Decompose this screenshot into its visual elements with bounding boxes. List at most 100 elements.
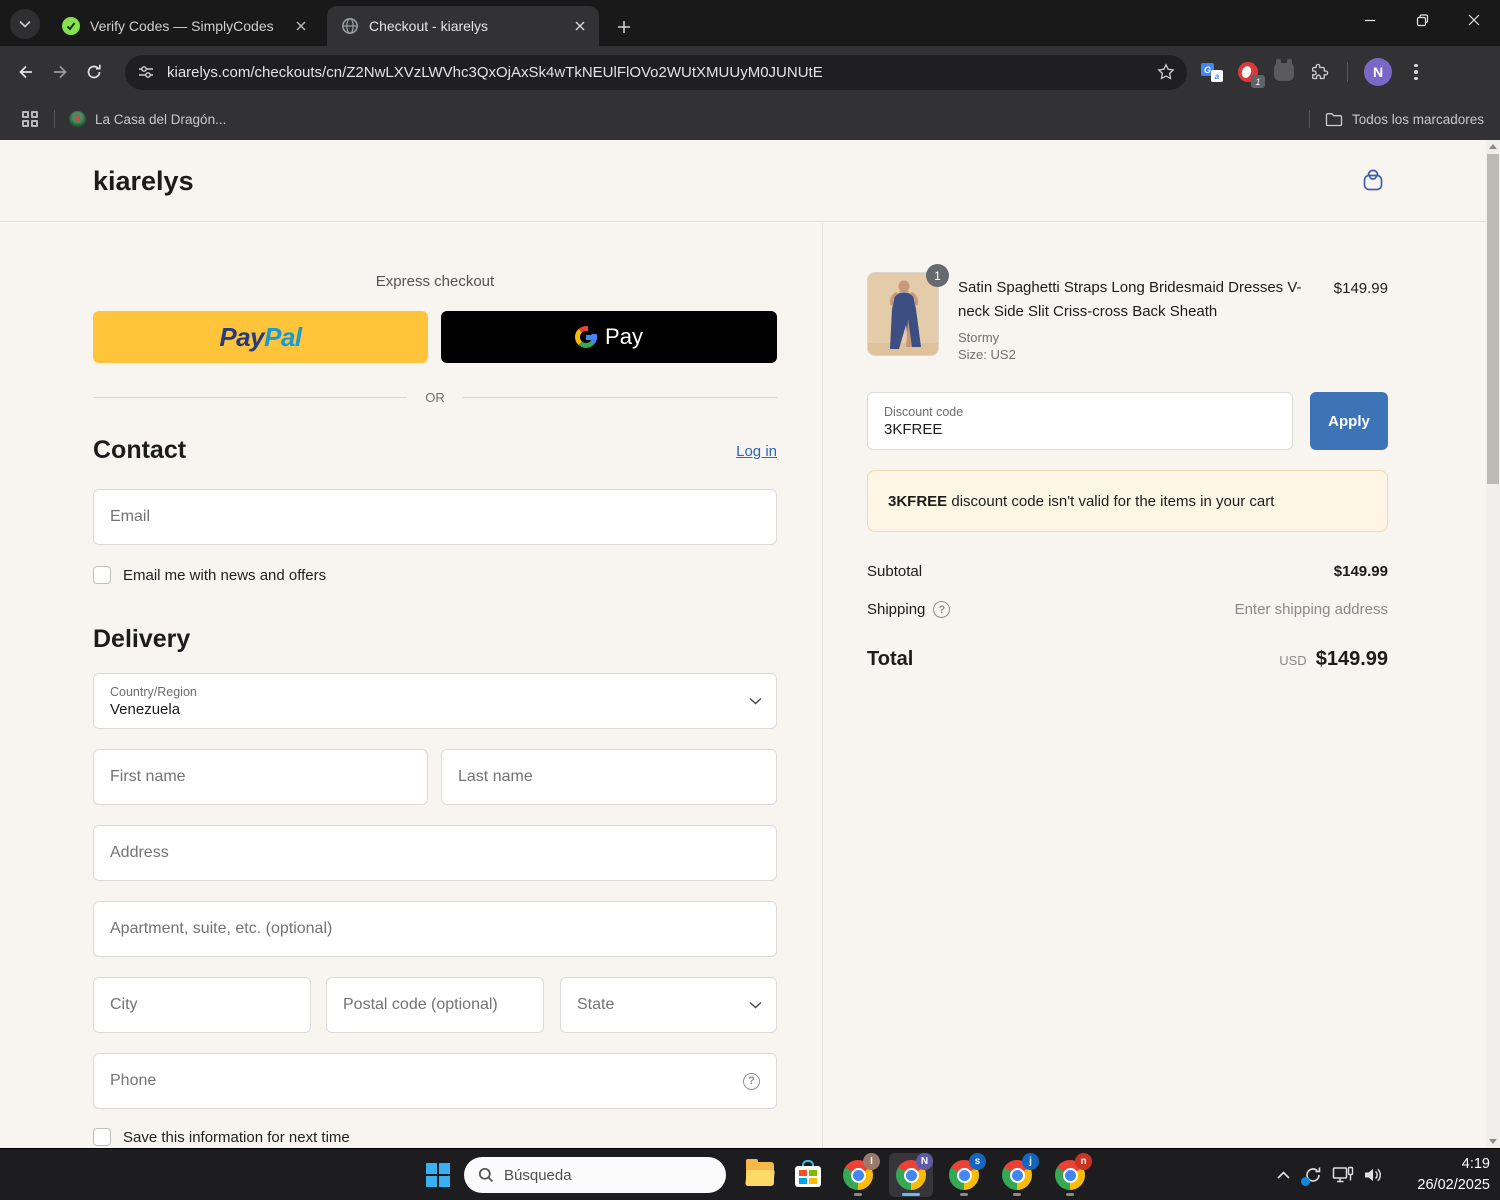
start-button[interactable] xyxy=(426,1163,450,1187)
tab-close-icon[interactable] xyxy=(571,17,589,35)
newsletter-checkbox[interactable] xyxy=(93,566,111,584)
save-info-checkbox[interactable] xyxy=(93,1128,111,1146)
warning-code: 3KFREE xyxy=(888,492,948,510)
profile-avatar[interactable]: N xyxy=(1364,58,1392,86)
store-logo[interactable]: kiarelys xyxy=(93,166,194,197)
postal-code-field[interactable] xyxy=(326,977,544,1033)
red-extension-button[interactable]: 1 xyxy=(1237,61,1265,88)
apply-button[interactable]: Apply xyxy=(1310,392,1388,450)
restore-button[interactable] xyxy=(1396,0,1448,40)
scrollbar-thumb[interactable] xyxy=(1487,154,1499,484)
tab-search-button[interactable] xyxy=(10,9,40,39)
search-icon xyxy=(478,1167,494,1183)
network-button[interactable] xyxy=(1328,1160,1358,1190)
site-settings-icon[interactable] xyxy=(133,59,159,85)
phone-field[interactable]: ? xyxy=(93,1053,777,1109)
city-input[interactable] xyxy=(110,996,294,1014)
discount-value[interactable]: 3KFREE xyxy=(884,420,942,439)
url-bar[interactable]: kiarelys.com/checkouts/cn/Z2NwLXVzLWVhc3… xyxy=(125,54,1187,90)
apps-grid-icon[interactable] xyxy=(22,111,38,127)
bookmark-favicon xyxy=(69,110,86,128)
scroll-down-button[interactable] xyxy=(1486,1135,1500,1148)
chevron-up-icon xyxy=(1276,1171,1290,1179)
translate-extension-button[interactable]: G a xyxy=(1201,61,1223,83)
running-indicator xyxy=(854,1193,862,1196)
url-text[interactable]: kiarelys.com/checkouts/cn/Z2NwLXVzLWVhc3… xyxy=(167,64,1157,81)
sync-status-button[interactable] xyxy=(1298,1160,1328,1190)
save-info-row: Save this information for next time xyxy=(93,1128,350,1146)
close-button[interactable] xyxy=(1448,0,1500,40)
page-scrollbar[interactable] xyxy=(1486,140,1500,1148)
apartment-field[interactable] xyxy=(93,901,777,957)
state-select[interactable]: State xyxy=(560,977,777,1033)
globe-favicon-icon xyxy=(341,17,359,35)
delivery-title: Delivery xyxy=(93,625,191,653)
bookmark-item[interactable]: La Casa del Dragón... xyxy=(95,112,226,127)
disabled-extension-button[interactable] xyxy=(1273,59,1295,83)
microsoft-store-button[interactable] xyxy=(794,1160,822,1188)
new-tab-button[interactable] xyxy=(610,13,638,41)
forward-button[interactable] xyxy=(43,55,77,89)
bookmark-star-button[interactable] xyxy=(1157,63,1175,81)
system-tray: 4:19 26/02/2025 xyxy=(1268,1149,1500,1200)
extensions-menu-button[interactable] xyxy=(1309,61,1331,83)
browser-menu-button[interactable] xyxy=(1406,60,1426,85)
tray-overflow-button[interactable] xyxy=(1268,1160,1298,1190)
tab-checkout[interactable]: Checkout - kiarelys xyxy=(327,6,599,46)
page-header: kiarelys xyxy=(0,140,1486,222)
volume-button[interactable] xyxy=(1358,1160,1388,1190)
minimize-button[interactable] xyxy=(1344,0,1396,40)
last-name-input[interactable] xyxy=(458,768,760,786)
running-indicator xyxy=(960,1193,968,1196)
city-field[interactable] xyxy=(93,977,311,1033)
newsletter-label: Email me with news and offers xyxy=(123,566,327,584)
chrome-profile-5-button[interactable]: n xyxy=(1048,1153,1092,1197)
country-select[interactable]: Country/Region Venezuela xyxy=(93,673,777,729)
profile-badge: s xyxy=(969,1153,986,1170)
chrome-profile-4-button[interactable]: j xyxy=(995,1153,1039,1197)
email-field[interactable] xyxy=(93,489,777,545)
warning-text: discount code isn't valid for the items … xyxy=(947,492,1275,510)
tab-close-icon[interactable] xyxy=(292,17,310,35)
address-field[interactable] xyxy=(93,825,777,881)
email-input[interactable] xyxy=(110,508,760,526)
bookmarks-separator xyxy=(54,110,55,128)
all-bookmarks-button[interactable]: Todos los marcadores xyxy=(1352,112,1484,127)
taskbar-clock[interactable]: 4:19 26/02/2025 xyxy=(1394,1154,1490,1196)
paypal-button[interactable]: PayPal xyxy=(93,311,428,363)
apartment-input[interactable] xyxy=(110,920,760,938)
chevron-down-icon xyxy=(749,1001,762,1009)
subtotal-value: $149.99 xyxy=(1333,563,1388,580)
login-link[interactable]: Log in xyxy=(93,443,777,460)
chrome-profile-3-button[interactable]: s xyxy=(942,1153,986,1197)
taskbar-search[interactable]: Búsqueda xyxy=(464,1157,726,1193)
cart-button[interactable] xyxy=(1358,166,1388,196)
back-button[interactable] xyxy=(9,55,43,89)
chrome-profile-1-button[interactable]: I xyxy=(836,1153,880,1197)
postal-code-input[interactable] xyxy=(343,996,527,1014)
phone-help-icon[interactable]: ? xyxy=(743,1072,760,1090)
phone-input[interactable] xyxy=(110,1072,743,1090)
plus-icon xyxy=(618,21,630,33)
discount-label: Discount code xyxy=(884,404,964,419)
toolbar-separator xyxy=(1347,62,1348,82)
forward-arrow-icon xyxy=(54,65,67,79)
file-explorer-button[interactable] xyxy=(745,1159,775,1186)
active-indicator xyxy=(902,1192,920,1196)
discount-code-field[interactable]: Discount code 3KFREE xyxy=(867,392,1293,450)
reload-button[interactable] xyxy=(77,55,111,89)
subtotal-label: Subtotal xyxy=(867,563,923,580)
shipping-help-icon[interactable]: ? xyxy=(933,601,951,618)
last-name-field[interactable] xyxy=(441,749,777,805)
chrome-profile-2-button[interactable]: N xyxy=(889,1153,933,1197)
clock-date: 26/02/2025 xyxy=(1417,1177,1490,1193)
google-pay-button[interactable]: Pay xyxy=(441,311,777,363)
tab-simplycodes[interactable]: Verify Codes — SimplyCodes xyxy=(48,6,320,46)
bookmarks-bar: La Casa del Dragón... Todos los marcador… xyxy=(0,98,1500,140)
address-input[interactable] xyxy=(110,844,760,862)
first-name-input[interactable] xyxy=(110,768,411,786)
chrome-icon: N xyxy=(896,1153,933,1190)
first-name-field[interactable] xyxy=(93,749,428,805)
scroll-up-button[interactable] xyxy=(1486,140,1500,153)
total-value: $149.99 xyxy=(1315,648,1388,670)
